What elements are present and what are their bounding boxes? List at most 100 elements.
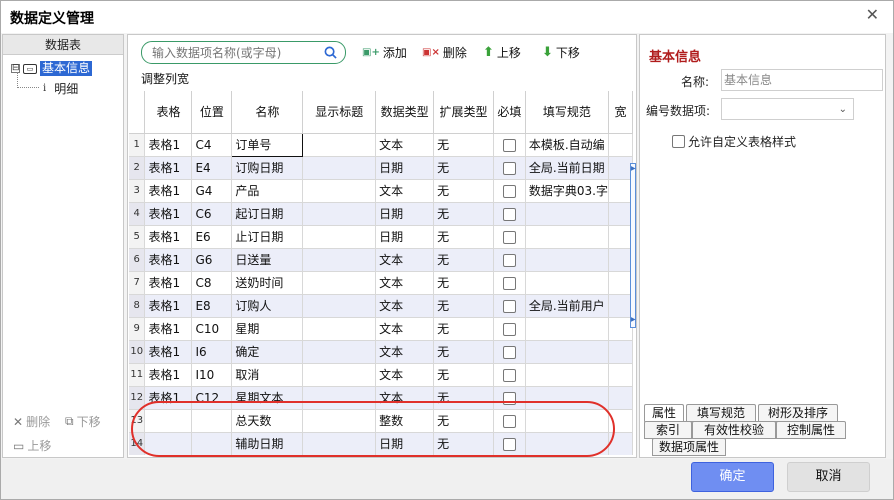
table-row[interactable]: 10 表格1 I6 确定 文本无 bbox=[129, 340, 633, 364]
width-cell[interactable] bbox=[608, 179, 633, 203]
dtype-cell[interactable]: 整数 bbox=[375, 409, 435, 433]
tree-node-label[interactable]: 明细 bbox=[54, 80, 78, 97]
checkbox-icon[interactable] bbox=[672, 135, 685, 148]
pos-cell[interactable]: C12 bbox=[191, 386, 233, 410]
width-cell[interactable] bbox=[608, 317, 633, 341]
ext-cell[interactable]: 无 bbox=[433, 363, 494, 387]
pos-cell[interactable]: C10 bbox=[191, 317, 233, 341]
required-checkbox[interactable] bbox=[502, 414, 516, 428]
rule-cell[interactable]: 全局.当前日期 bbox=[525, 156, 609, 180]
title-cell[interactable] bbox=[302, 432, 377, 455]
required-cell[interactable] bbox=[493, 432, 526, 455]
search-box[interactable] bbox=[141, 41, 346, 64]
width-cell[interactable] bbox=[608, 432, 633, 455]
required-checkbox[interactable] bbox=[502, 322, 516, 336]
name-cell[interactable]: 辅助日期 bbox=[231, 432, 304, 455]
table-cell[interactable]: 表格1 bbox=[144, 271, 193, 295]
table-row[interactable]: 3 表格1 G4 产品 文本无 数据字典03.字 bbox=[129, 179, 633, 203]
width-cell[interactable] bbox=[608, 271, 633, 295]
ext-cell[interactable]: 无 bbox=[433, 133, 494, 157]
table-cell[interactable]: 表格1 bbox=[144, 363, 193, 387]
adjust-column-width-button[interactable]: 调整列宽 bbox=[141, 70, 189, 87]
required-cell[interactable] bbox=[493, 294, 526, 318]
move-up-button[interactable]: ⬆ 上移 bbox=[483, 44, 521, 61]
title-cell[interactable] bbox=[302, 271, 377, 295]
width-cell[interactable] bbox=[608, 409, 633, 433]
dtype-cell[interactable]: 日期 bbox=[375, 202, 435, 226]
column-header[interactable]: 表格 bbox=[144, 91, 193, 134]
name-cell[interactable]: 总天数 bbox=[231, 409, 304, 433]
ext-cell[interactable]: 无 bbox=[433, 386, 494, 410]
required-cell[interactable] bbox=[493, 340, 526, 364]
table-row[interactable]: 4 表格1 C6 起订日期 日期无 bbox=[129, 202, 633, 226]
required-cell[interactable] bbox=[493, 317, 526, 341]
name-cell[interactable]: 止订日期 bbox=[231, 225, 304, 249]
table-cell[interactable]: 表格1 bbox=[144, 225, 193, 249]
table-row[interactable]: 6 表格1 G6 日送量 文本无 bbox=[129, 248, 633, 272]
pos-cell[interactable]: C6 bbox=[191, 202, 233, 226]
table-cell[interactable]: 表格1 bbox=[144, 248, 193, 272]
name-cell[interactable]: 星期文本 bbox=[231, 386, 304, 410]
table-row[interactable]: 13 总天数 整数无 bbox=[129, 409, 633, 433]
required-checkbox[interactable] bbox=[502, 437, 516, 451]
pos-cell[interactable]: E4 bbox=[191, 156, 233, 180]
allow-custom-style-checkbox[interactable]: 允许自定义表格样式 bbox=[672, 133, 796, 150]
ext-cell[interactable]: 无 bbox=[433, 340, 494, 364]
rule-cell[interactable] bbox=[525, 271, 609, 295]
title-cell[interactable] bbox=[302, 386, 377, 410]
column-header[interactable]: 必填 bbox=[493, 91, 526, 134]
width-cell[interactable] bbox=[608, 202, 633, 226]
table-cell[interactable]: 表格1 bbox=[144, 317, 193, 341]
required-checkbox[interactable] bbox=[502, 207, 516, 221]
table-cell[interactable]: 表格1 bbox=[144, 179, 193, 203]
rule-cell[interactable] bbox=[525, 317, 609, 341]
title-cell[interactable] bbox=[302, 363, 377, 387]
ext-cell[interactable]: 无 bbox=[433, 432, 494, 455]
search-input[interactable] bbox=[152, 44, 322, 61]
table-row[interactable]: 12 表格1 C12 星期文本 文本无 bbox=[129, 386, 633, 410]
move-down-table-button[interactable]: ⧉ 下移 bbox=[65, 413, 101, 430]
title-cell[interactable] bbox=[302, 225, 377, 249]
tab-fill-rules[interactable]: 填写规范 bbox=[686, 404, 756, 422]
delete-button[interactable]: ▣× 删除 bbox=[422, 44, 467, 61]
required-cell[interactable] bbox=[493, 409, 526, 433]
column-header[interactable]: 显示标题 bbox=[302, 91, 377, 134]
tab-data-item-properties[interactable]: 数据项属性 bbox=[652, 438, 726, 456]
required-checkbox[interactable] bbox=[502, 299, 516, 313]
width-cell[interactable] bbox=[608, 248, 633, 272]
table-row[interactable]: 9 表格1 C10 星期 文本无 bbox=[129, 317, 633, 341]
required-cell[interactable] bbox=[493, 156, 526, 180]
required-cell[interactable] bbox=[493, 363, 526, 387]
name-cell[interactable]: 订购人 bbox=[231, 294, 304, 318]
name-cell[interactable]: 订单号 bbox=[231, 132, 304, 157]
required-checkbox[interactable] bbox=[502, 161, 516, 175]
table-row[interactable]: 5 表格1 E6 止订日期 日期无 bbox=[129, 225, 633, 249]
tab-index[interactable]: 索引 bbox=[644, 421, 692, 439]
required-checkbox[interactable] bbox=[502, 230, 516, 244]
tab-properties[interactable]: 属性 bbox=[644, 404, 684, 422]
width-cell[interactable] bbox=[608, 386, 633, 410]
title-cell[interactable] bbox=[302, 317, 377, 341]
name-cell[interactable]: 产品 bbox=[231, 179, 304, 203]
ext-cell[interactable]: 无 bbox=[433, 225, 494, 249]
table-cell[interactable]: 表格1 bbox=[144, 156, 193, 180]
cancel-button[interactable]: 取消 bbox=[787, 462, 870, 492]
rule-cell[interactable] bbox=[525, 248, 609, 272]
required-checkbox[interactable] bbox=[502, 276, 516, 290]
dtype-cell[interactable]: 文本 bbox=[375, 317, 435, 341]
width-cell[interactable] bbox=[608, 156, 633, 180]
name-cell[interactable]: 取消 bbox=[231, 363, 304, 387]
name-field[interactable]: 基本信息 bbox=[721, 69, 883, 91]
rule-cell[interactable] bbox=[525, 202, 609, 226]
title-cell[interactable] bbox=[302, 133, 377, 157]
move-down-button[interactable]: ⬇ 下移 bbox=[542, 44, 580, 61]
pos-cell[interactable]: C4 bbox=[191, 133, 233, 157]
required-cell[interactable] bbox=[493, 248, 526, 272]
dtype-cell[interactable]: 文本 bbox=[375, 179, 435, 203]
title-cell[interactable] bbox=[302, 340, 377, 364]
ext-cell[interactable]: 无 bbox=[433, 409, 494, 433]
table-row[interactable]: 2 表格1 E4 订购日期 日期无 全局.当前日期 bbox=[129, 156, 633, 180]
pos-cell[interactable] bbox=[191, 409, 233, 433]
table-row[interactable]: 11 表格1 I10 取消 文本无 bbox=[129, 363, 633, 387]
add-button[interactable]: ▣+ 添加 bbox=[362, 44, 407, 61]
